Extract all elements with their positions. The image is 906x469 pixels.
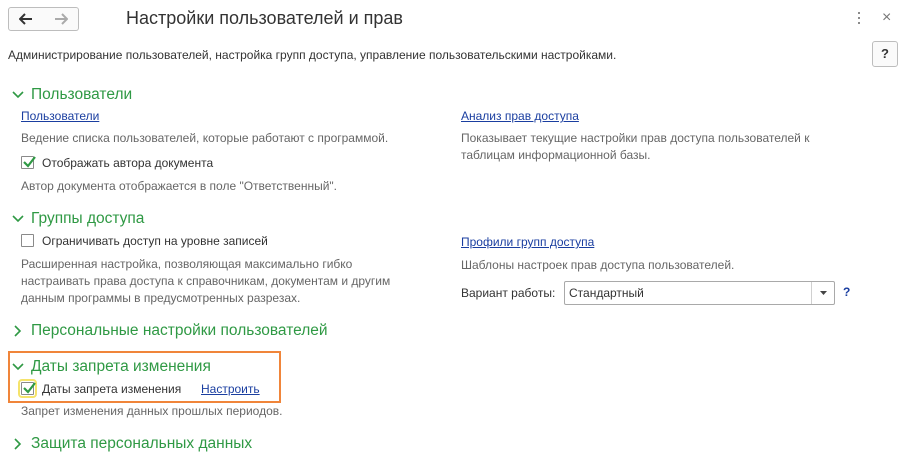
section-personal-settings-header[interactable]: Персональные настройки пользователей <box>12 322 328 340</box>
dropdown-arrow-icon[interactable] <box>811 282 834 304</box>
work-mode-help-icon[interactable]: ? <box>843 285 850 299</box>
section-change-dates-header[interactable]: Даты запрета изменения <box>12 358 211 376</box>
arrow-left-icon <box>19 13 32 25</box>
section-users-title: Пользователи <box>31 86 133 103</box>
access-rights-analysis-link[interactable]: Анализ прав доступа <box>461 109 579 123</box>
section-change-dates-title: Даты запрета изменения <box>31 358 211 375</box>
work-mode-label: Вариант работы: <box>461 286 556 300</box>
restrict-description-line1: Расширенная настройка, позволяющая макси… <box>21 257 353 271</box>
show-author-label: Отображать автора документа <box>42 156 214 170</box>
section-users-header[interactable]: Пользователи <box>12 86 132 104</box>
access-group-profiles-description: Шаблоны настроек прав доступа пользовате… <box>461 258 735 272</box>
more-menu-icon[interactable] <box>857 12 861 26</box>
chevron-down-icon <box>12 215 24 223</box>
show-author-checkbox[interactable] <box>21 156 36 169</box>
section-personal-settings-title: Персональные настройки пользователей <box>31 322 328 339</box>
change-dates-checkbox[interactable] <box>18 379 37 398</box>
restrict-description-line2: настраивать права доступа к справочникам… <box>21 274 391 288</box>
configure-link[interactable]: Настроить <box>201 382 260 396</box>
page-title: Настройки пользователей и прав <box>126 8 403 28</box>
access-rights-description-line1: Показывает текущие настройки прав доступ… <box>461 131 810 145</box>
back-button[interactable] <box>8 7 44 31</box>
arrow-right-icon <box>54 13 68 25</box>
users-link-description: Ведение списка пользователей, которые ра… <box>21 131 389 145</box>
chevron-right-icon <box>14 325 22 337</box>
section-access-groups-title: Группы доступа <box>31 210 145 227</box>
section-data-protection-title: Защита персональных данных <box>31 435 253 452</box>
restrict-record-access-checkbox[interactable] <box>21 234 34 247</box>
show-author-description: Автор документа отображается в поле "Отв… <box>21 179 338 193</box>
section-data-protection-header[interactable]: Защита персональных данных <box>12 435 252 453</box>
change-dates-description: Запрет изменения данных прошлых периодов… <box>21 404 283 418</box>
help-button[interactable]: ? <box>872 41 898 67</box>
access-group-profiles-link[interactable]: Профили групп доступа <box>461 235 594 249</box>
work-mode-select[interactable]: Стандартный <box>564 281 835 305</box>
work-mode-value: Стандартный <box>569 286 644 300</box>
change-dates-label: Даты запрета изменения <box>42 382 182 396</box>
chevron-down-icon <box>12 91 24 99</box>
restrict-description-line3: данным программы в предусмотренных разре… <box>21 291 301 305</box>
close-icon[interactable]: × <box>882 10 891 26</box>
restrict-record-access-label: Ограничивать доступ на уровне записей <box>42 234 268 248</box>
page-description: Администрирование пользователей, настрой… <box>8 48 617 62</box>
chevron-down-icon <box>12 363 24 371</box>
access-rights-description-line2: таблицам информационной базы. <box>461 148 651 162</box>
checkmark-icon <box>23 382 36 394</box>
chevron-right-icon <box>14 438 22 450</box>
forward-button[interactable] <box>43 7 79 31</box>
checkmark-icon <box>23 156 36 168</box>
section-access-groups-header[interactable]: Группы доступа <box>12 210 144 228</box>
users-link[interactable]: Пользователи <box>21 109 99 123</box>
